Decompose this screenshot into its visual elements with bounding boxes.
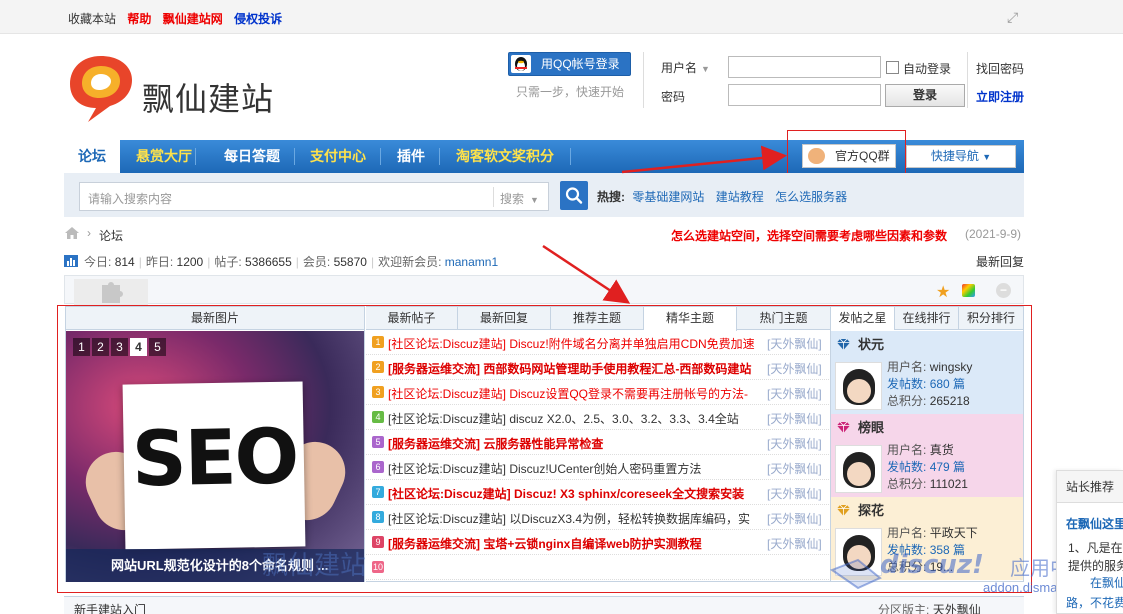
username-input[interactable] — [728, 56, 881, 78]
quick-nav-label: 快捷导航 — [930, 149, 979, 163]
find-password-link[interactable]: 找回密码 — [976, 60, 1024, 77]
bookmark-link[interactable]: 收藏本站 — [68, 12, 116, 26]
home-icon[interactable] — [65, 227, 79, 239]
register-link[interactable]: 立即注册 — [976, 88, 1024, 105]
discuz-brand: discuz! — [880, 550, 984, 580]
qq-penguin-icon — [511, 55, 531, 73]
hot-search-item[interactable]: 怎么选服务器 — [775, 190, 847, 204]
qq-login-label: 用QQ帐号登录 — [541, 57, 620, 71]
announcement-link[interactable]: 怎么选建站空间，选择空间需要考虑哪些因素和参数 — [671, 227, 947, 244]
nav-divider — [195, 148, 196, 165]
hot-search: 热搜: 零基础建网站 建站教程 怎么选服务器 — [597, 188, 855, 205]
today-label: 今日: — [84, 255, 112, 269]
site-logo[interactable] — [66, 50, 136, 125]
bar-chart-icon — [64, 255, 78, 267]
top-bar: 收藏本站 帮助 飘仙建站网 侵权投诉 ⤢ — [0, 0, 1123, 34]
password-input[interactable] — [728, 84, 881, 106]
recommend-text: 提供的服务 — [1068, 559, 1123, 573]
palette-icon[interactable] — [962, 284, 975, 297]
auto-login-label: 自动登录 — [903, 62, 952, 76]
hot-search-item[interactable]: 建站教程 — [716, 190, 764, 204]
search-type-label: 搜索 — [500, 192, 525, 206]
moderator-link[interactable]: 天外飘仙 — [933, 603, 981, 614]
username-type-select[interactable]: 用户名 ▼ — [661, 59, 710, 76]
welcome-label: 欢迎新会员: — [378, 255, 442, 269]
announcement-date: (2021-9-9) — [965, 227, 1022, 241]
recommend-link[interactable]: 在飘仙 — [1090, 574, 1123, 591]
latest-reply-link[interactable]: 最新回复 — [976, 253, 1024, 270]
recommend-title: 站长推荐 — [1057, 471, 1123, 503]
qq-login-button[interactable]: 用QQ帐号登录 — [508, 52, 631, 76]
search-button[interactable] — [560, 181, 588, 210]
posts-count: 5386655 — [245, 255, 292, 269]
star-icon[interactable]: ★ — [936, 282, 950, 302]
recommend-text: 路，不花费 — [1066, 596, 1123, 610]
password-label: 密码 — [661, 90, 686, 104]
divider — [967, 52, 968, 108]
fullscreen-icon[interactable]: ⤢ — [1007, 10, 1021, 24]
qq-login-subtext: 只需一步，快速开始 — [516, 85, 625, 99]
site-link[interactable]: 飘仙建站网 — [163, 12, 223, 26]
members-label: 会员: — [302, 255, 331, 269]
posts-label: 帖子: — [214, 255, 242, 269]
newbie-section-title[interactable]: 新手建站入门 — [74, 601, 146, 614]
login-button[interactable]: 登录 — [885, 84, 965, 107]
nav-divider — [380, 148, 381, 165]
recommend-side-panel: 站长推荐 在飘仙这里 1、凡是在 提供的服务 在飘仙 路，不花费 — [1056, 470, 1123, 614]
nav-item-daily-quiz[interactable]: 每日答题 — [210, 140, 294, 173]
breadcrumb-forum[interactable]: 论坛 — [99, 227, 123, 244]
nav-item-payment-center[interactable]: 支付中心 — [296, 140, 380, 173]
top-links: 收藏本站 帮助 飘仙建站网 侵权投诉 — [68, 10, 290, 27]
help-link[interactable]: 帮助 — [127, 12, 151, 26]
nav-item-forum[interactable]: 论坛 — [64, 140, 120, 173]
username-label: 用户名 — [661, 61, 698, 75]
today-count: 814 — [114, 255, 135, 269]
nav-divider — [439, 148, 440, 165]
members-count: 55870 — [333, 255, 367, 269]
recommend-link[interactable]: 在飘仙这里 — [1066, 515, 1123, 532]
complaint-link[interactable]: 侵权投诉 — [234, 12, 282, 26]
yesterday-count: 1200 — [176, 255, 204, 269]
divider — [493, 187, 494, 207]
forum-stats: 今日: 814 | 昨日: 1200 | 帖子: 5386655 | 会员: 55870 | 欢… — [64, 253, 498, 270]
search-input[interactable]: 请输入搜索内容 搜索 ▼ — [79, 182, 549, 211]
nav-divider — [570, 148, 571, 165]
caret-down-icon: ▼ — [982, 152, 992, 162]
caret-down-icon: ▼ — [530, 195, 539, 205]
search-icon — [565, 187, 583, 204]
hot-search-label: 热搜: — [597, 190, 625, 204]
moderator-info: 分区版主: 天外飘仙 — [878, 601, 981, 614]
quick-nav-button[interactable]: 快捷导航 ▼ — [906, 145, 1016, 168]
hot-search-item[interactable]: 零基础建网站 — [632, 190, 704, 204]
divider — [643, 52, 644, 108]
breadcrumb-chevron-icon: › — [87, 226, 91, 240]
yesterday-label: 昨日: — [145, 255, 174, 269]
nav-divider — [294, 148, 295, 165]
site-name[interactable]: 飘仙建站 — [142, 74, 274, 120]
portal-header — [64, 275, 1024, 304]
recommend-text: 1、凡是在 — [1068, 541, 1123, 555]
nav-item-taoke-article[interactable]: 淘客软文奖积分 — [442, 140, 568, 173]
nav-item-plugins[interactable]: 插件 — [383, 140, 439, 173]
puzzle-icon — [74, 279, 148, 307]
nav-item-bounty-hall[interactable]: 悬赏大厅 — [122, 140, 206, 173]
collapse-icon[interactable]: − — [996, 283, 1011, 298]
newbie-section-header: 新手建站入门 分区版主: 天外飘仙 — [64, 596, 1024, 614]
caret-down-icon: ▼ — [701, 64, 710, 74]
auto-login-checkbox[interactable] — [886, 61, 899, 74]
search-placeholder: 请输入搜索内容 — [88, 192, 173, 206]
moderator-label: 分区版主: — [878, 603, 930, 614]
new-member-link[interactable]: manamn1 — [445, 255, 498, 269]
search-type-select[interactable]: 搜索 ▼ — [500, 190, 539, 207]
